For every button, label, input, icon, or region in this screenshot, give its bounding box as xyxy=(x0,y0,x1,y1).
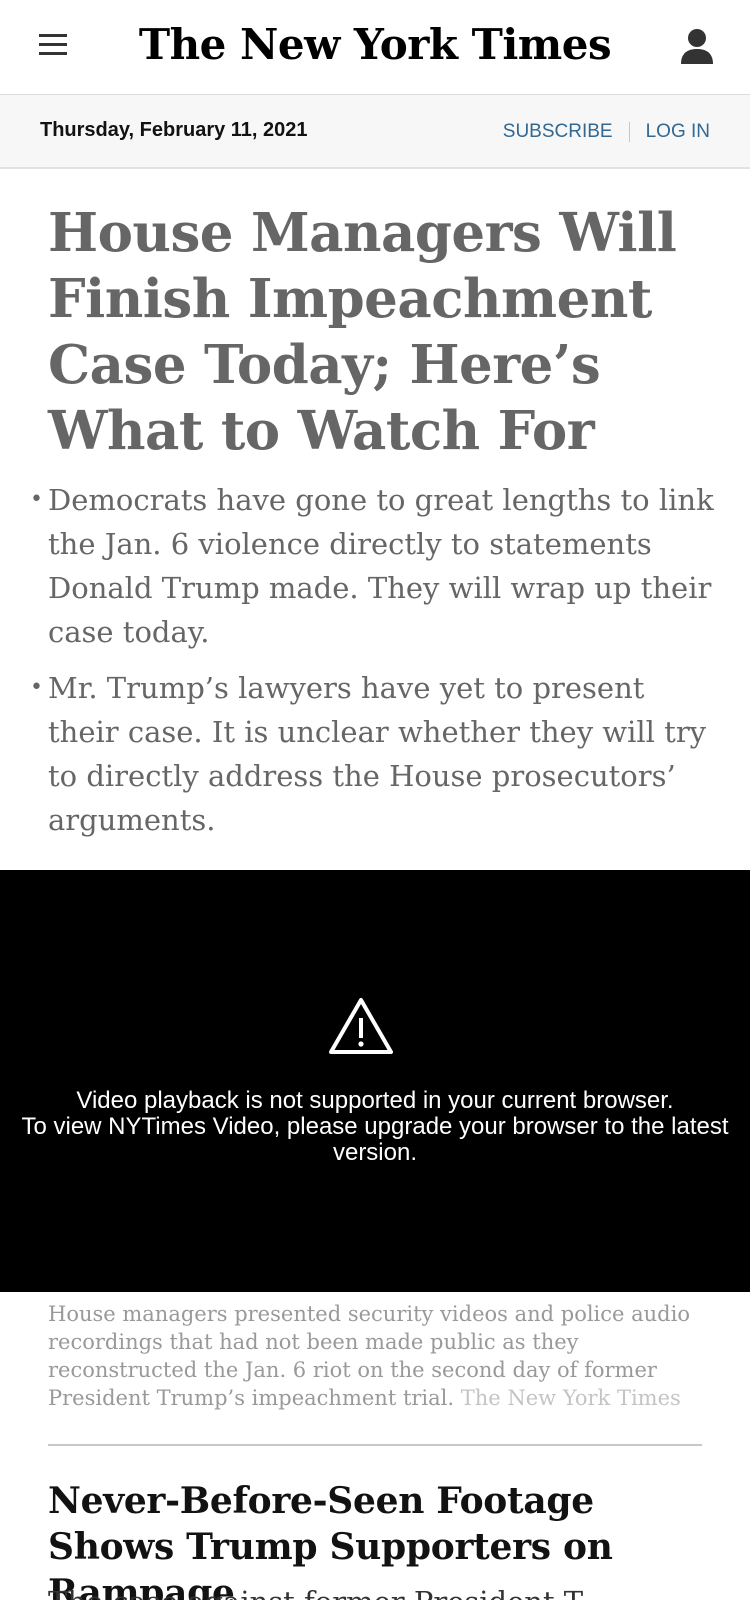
video-caption: House managers presented security videos… xyxy=(48,1300,708,1412)
video-player[interactable] xyxy=(0,870,750,1292)
caption-credit: The New York Times xyxy=(460,1386,681,1410)
summary-text: Democrats have gone to great lengths to … xyxy=(48,483,714,649)
summary-item: • Democrats have gone to great lengths t… xyxy=(30,478,720,654)
video-message-line1: Video playback is not supported in your … xyxy=(76,1087,674,1114)
user-account-icon[interactable] xyxy=(680,28,714,66)
masthead: The New York Times xyxy=(0,0,750,95)
article-summary-list: • Democrats have gone to great lengths t… xyxy=(30,478,720,854)
video-message-line2: To view NYTimes Video, please upgrade yo… xyxy=(21,1113,729,1166)
bullet-icon: • xyxy=(30,675,43,700)
auth-divider xyxy=(628,122,630,142)
date-bar: Thursday, February 11, 2021 SUBSCRIBE LO… xyxy=(0,95,750,169)
subscribe-link[interactable]: SUBSCRIBE xyxy=(503,121,613,143)
bullet-icon: • xyxy=(30,487,43,512)
article-headline[interactable]: House Managers Will Finish Impeachment C… xyxy=(48,200,728,464)
summary-item: • Mr. Trump’s lawyers have yet to presen… xyxy=(30,666,720,842)
login-link[interactable]: LOG IN xyxy=(646,121,710,143)
section-divider xyxy=(48,1444,702,1446)
auth-links: SUBSCRIBE LOG IN xyxy=(503,121,710,143)
second-story-summary: The case against former President T xyxy=(48,1580,718,1600)
video-unsupported-message: Video playback is not supported in your … xyxy=(0,1088,750,1166)
current-date: Thursday, February 11, 2021 xyxy=(40,119,308,141)
nyt-logo[interactable]: The New York Times xyxy=(0,20,750,69)
summary-text: Mr. Trump’s lawyers have yet to present … xyxy=(48,671,707,837)
warning-icon xyxy=(328,996,394,1056)
